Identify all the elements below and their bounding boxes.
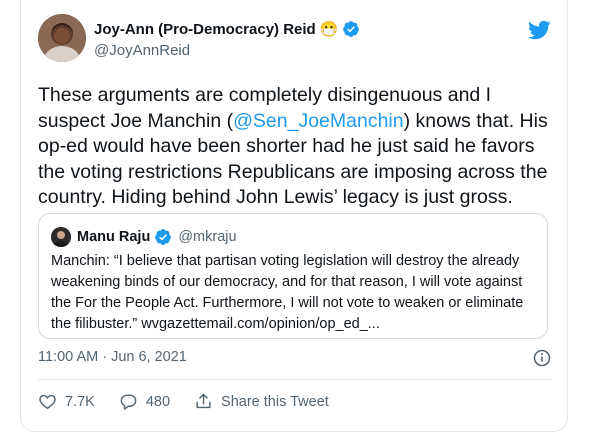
- author-name-row[interactable]: Joy-Ann (Pro-Democracy) Reid 😷: [94, 20, 360, 38]
- quoted-author-name: Manu Raju: [77, 229, 151, 245]
- share-label: Share this Tweet: [221, 393, 329, 410]
- verified-badge-icon: [154, 228, 172, 246]
- embedded-tweet-card[interactable]: Joy-Ann (Pro-Democracy) Reid 😷 @JoyAnnRe…: [20, 0, 568, 432]
- quoted-author-avatar: [51, 227, 71, 247]
- like-button[interactable]: 7.7K: [38, 392, 95, 411]
- share-icon: [196, 393, 211, 409]
- quoted-author-handle: @mkraju: [178, 229, 237, 245]
- heart-icon: [39, 394, 56, 410]
- author-handle[interactable]: @JoyAnnReid: [94, 42, 190, 59]
- verified-badge-icon: [342, 20, 360, 38]
- reply-button[interactable]: 480: [119, 392, 170, 411]
- author-avatar[interactable]: [38, 14, 86, 62]
- like-count: 7.7K: [65, 393, 95, 410]
- quoted-author-row: Manu Raju @mkraju: [77, 228, 237, 246]
- share-button[interactable]: Share this Tweet: [194, 392, 329, 411]
- mention-link[interactable]: @Sen_JoeManchin: [233, 110, 403, 132]
- reply-bubble-icon: [120, 394, 137, 410]
- quoted-tweet-text: Manchin: “I believe that partisan voting…: [51, 253, 524, 332]
- twitter-bird-icon[interactable]: [527, 18, 551, 42]
- quoted-tweet[interactable]: Manu Raju @mkraju Manchin: “I believe th…: [38, 213, 548, 339]
- author-name[interactable]: Joy-Ann (Pro-Democracy) Reid: [94, 21, 316, 38]
- divider: [38, 379, 551, 380]
- tweet-text: These arguments are completely disingenu…: [38, 83, 558, 211]
- tweet-timestamp[interactable]: 11:00 AM · Jun 6, 2021: [38, 349, 187, 365]
- info-icon[interactable]: [533, 349, 551, 367]
- mask-emoji: 😷: [319, 21, 339, 38]
- action-bar: 7.7K 480 Share this Tweet: [38, 392, 353, 411]
- reply-count: 480: [145, 393, 171, 410]
